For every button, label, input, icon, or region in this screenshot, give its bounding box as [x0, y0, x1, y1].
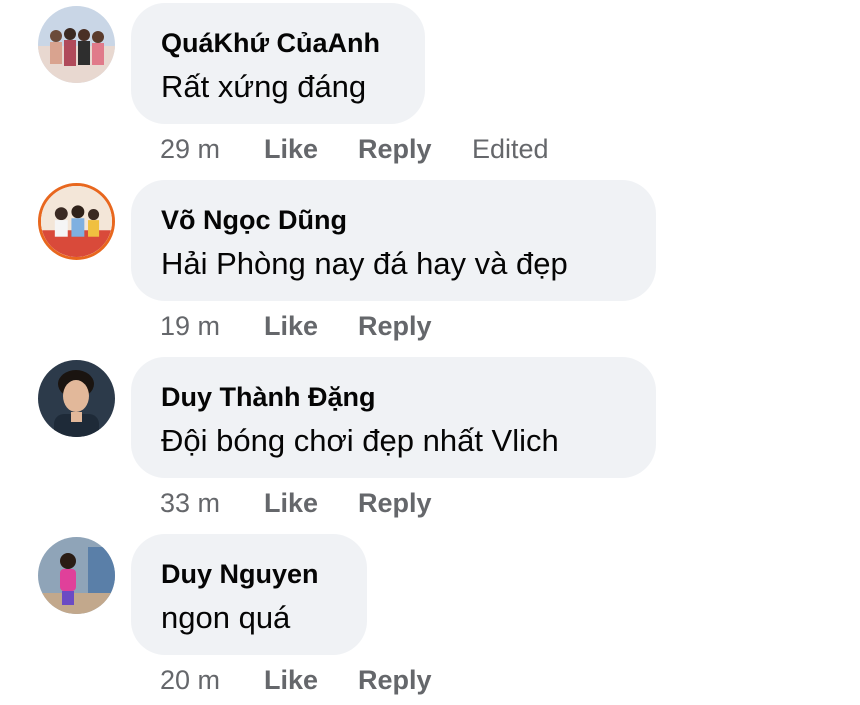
like-button[interactable]: Like — [264, 309, 318, 343]
comment-bubble: QuáKhứ CủaAnh Rất xứng đáng — [131, 3, 425, 124]
comment-timestamp[interactable]: 19 m — [160, 309, 220, 343]
avatar[interactable] — [38, 6, 115, 83]
comment-bubble: Duy Nguyen ngon quá — [131, 534, 367, 655]
comment-text: Đội bóng chơi đẹp nhất Vlich — [161, 423, 559, 458]
edited-label[interactable]: Edited — [472, 132, 549, 166]
avatar[interactable] — [38, 183, 115, 260]
avatar-photo-family — [41, 186, 112, 257]
comment-bubble: Duy Thành Đặng Đội bóng chơi đẹp nhất Vl… — [131, 357, 656, 478]
comment-text: Rất xứng đáng — [161, 69, 367, 104]
avatar-photo-portrait — [38, 360, 115, 437]
comment-bubble: Võ Ngọc Dũng Hải Phòng nay đá hay và đẹp — [131, 180, 656, 301]
comment-author[interactable]: Duy Thành Đặng — [161, 381, 626, 413]
avatar-photo-group — [38, 6, 115, 83]
avatar[interactable] — [38, 537, 115, 614]
comment-text: ngon quá — [161, 600, 291, 635]
comment-author[interactable]: QuáKhứ CủaAnh — [161, 27, 395, 59]
comment-text: Hải Phòng nay đá hay và đẹp — [161, 246, 568, 281]
reply-button[interactable]: Reply — [358, 663, 432, 697]
like-button[interactable]: Like — [264, 663, 318, 697]
comment-timestamp[interactable]: 29 m — [160, 132, 220, 166]
comment-author[interactable]: Duy Nguyen — [161, 558, 337, 590]
avatar[interactable] — [38, 360, 115, 437]
avatar-photo-child — [38, 537, 115, 614]
like-button[interactable]: Like — [264, 132, 318, 166]
comment-timestamp[interactable]: 33 m — [160, 486, 220, 520]
like-button[interactable]: Like — [264, 486, 318, 520]
reply-button[interactable]: Reply — [358, 132, 432, 166]
comment-author[interactable]: Võ Ngọc Dũng — [161, 204, 626, 236]
comment-timestamp[interactable]: 20 m — [160, 663, 220, 697]
reply-button[interactable]: Reply — [358, 309, 432, 343]
reply-button[interactable]: Reply — [358, 486, 432, 520]
